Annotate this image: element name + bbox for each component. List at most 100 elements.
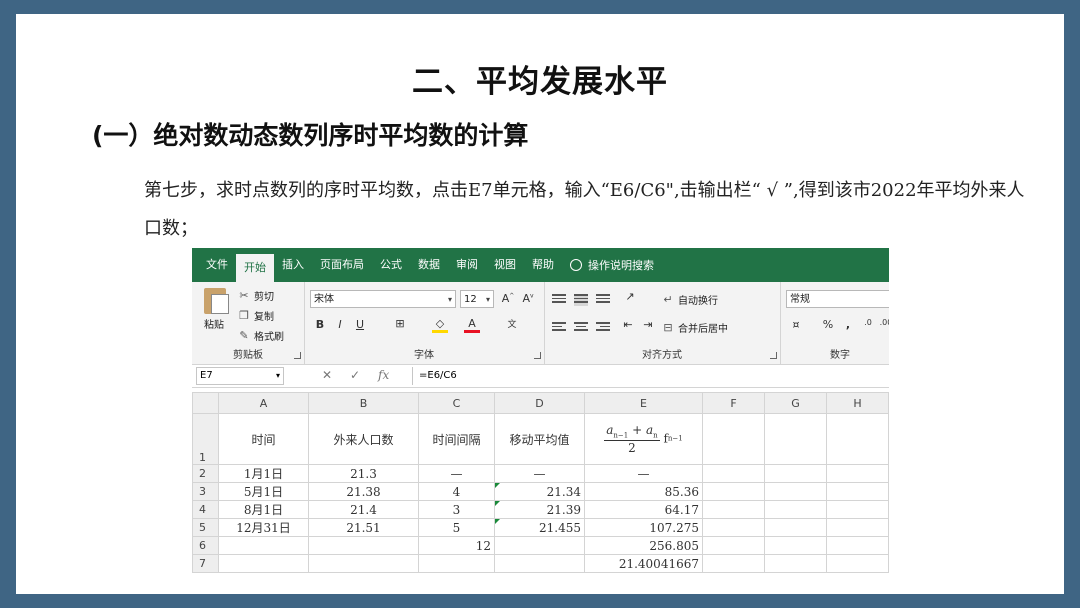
increase-decimal-icon[interactable]: .0 [860, 318, 876, 327]
cell-f3[interactable] [702, 482, 765, 501]
cell-a5[interactable]: 12月31日 [218, 518, 309, 537]
cell-f6[interactable] [702, 536, 765, 555]
cell-e1[interactable]: an−1 + an 2 fn−1 [584, 413, 703, 465]
tab-view[interactable]: 视图 [486, 248, 524, 282]
cell-d5[interactable]: 21.455 [494, 518, 585, 537]
cell-g4[interactable] [764, 500, 827, 519]
cell-e4[interactable]: 64.17 [584, 500, 703, 519]
merge-center-button[interactable]: ⊟ 合并后居中 [662, 320, 728, 335]
format-painter-button[interactable]: ✎ 格式刷 [238, 328, 284, 343]
cell-c1[interactable]: 时间间隔 [418, 413, 495, 465]
cell-h5[interactable] [826, 518, 889, 537]
cell-c5[interactable]: 5 [418, 518, 495, 537]
cell-f2[interactable] [702, 464, 765, 483]
decrease-font-icon[interactable]: Av [520, 292, 536, 305]
underline-button[interactable]: U [352, 318, 368, 331]
cell-e2[interactable]: — [584, 464, 703, 483]
font-size-select[interactable]: 12 ▾ [460, 290, 494, 308]
row-header[interactable]: 5 [192, 518, 219, 537]
cell-a2[interactable]: 1月1日 [218, 464, 309, 483]
cell-g7[interactable] [764, 554, 827, 573]
cell-d7[interactable] [494, 554, 585, 573]
enter-check-icon[interactable]: ✓ [350, 368, 360, 382]
align-right-icon[interactable] [596, 322, 610, 334]
percent-button[interactable]: % [820, 318, 836, 331]
align-top-icon[interactable] [552, 294, 566, 306]
cell-h6[interactable] [826, 536, 889, 555]
cell-a3[interactable]: 5月1日 [218, 482, 309, 501]
paste-icon[interactable] [204, 288, 229, 314]
cell-d4[interactable]: 21.39 [494, 500, 585, 519]
align-left-icon[interactable] [552, 322, 566, 334]
column-header-h[interactable]: H [826, 392, 889, 414]
cell-b2[interactable]: 21.3 [308, 464, 419, 483]
orientation-icon[interactable]: ↗ [622, 290, 638, 303]
tab-formulas[interactable]: 公式 [372, 248, 410, 282]
copy-button[interactable]: ❐ 复制 [238, 308, 274, 323]
cell-e6[interactable]: 256.805 [584, 536, 703, 555]
row-header[interactable]: 2 [192, 464, 219, 483]
row-header[interactable]: 6 [192, 536, 219, 555]
cell-c3[interactable]: 4 [418, 482, 495, 501]
align-center-icon[interactable] [574, 322, 588, 334]
tab-page-layout[interactable]: 页面布局 [312, 248, 372, 282]
cell-f5[interactable] [702, 518, 765, 537]
column-header-e[interactable]: E [584, 392, 703, 414]
cell-h2[interactable] [826, 464, 889, 483]
cell-c7[interactable] [418, 554, 495, 573]
cell-e7[interactable]: 21.40041667 [584, 554, 703, 573]
cancel-icon[interactable]: ✕ [322, 368, 332, 382]
cell-e3[interactable]: 85.36 [584, 482, 703, 501]
cell-d3[interactable]: 21.34 [494, 482, 585, 501]
cell-d2[interactable]: — [494, 464, 585, 483]
cell-h4[interactable] [826, 500, 889, 519]
increase-font-icon[interactable]: A^ [500, 292, 516, 305]
currency-icon[interactable]: ¤ [788, 318, 804, 331]
tab-insert[interactable]: 插入 [274, 248, 312, 282]
tab-review[interactable]: 审阅 [448, 248, 486, 282]
italic-button[interactable]: I [332, 318, 348, 331]
cell-g3[interactable] [764, 482, 827, 501]
font-name-select[interactable]: 宋体 ▾ [310, 290, 456, 308]
cut-button[interactable]: ✂ 剪切 [238, 288, 274, 303]
align-middle-icon[interactable] [574, 294, 588, 306]
paste-button[interactable]: 粘贴 [204, 316, 224, 331]
fill-color-icon[interactable]: ◇ [432, 317, 448, 333]
cell-g2[interactable] [764, 464, 827, 483]
number-format-select[interactable]: 常规▾ [786, 290, 889, 308]
increase-indent-icon[interactable]: ⇥ [640, 318, 656, 331]
column-header-b[interactable]: B [308, 392, 419, 414]
tell-me-search[interactable]: 操作说明搜索 [562, 257, 654, 273]
cell-f4[interactable] [702, 500, 765, 519]
bold-button[interactable]: B [312, 318, 328, 331]
font-launcher-icon[interactable] [534, 352, 541, 359]
tab-home[interactable]: 开始 [236, 254, 274, 282]
cell-b1[interactable]: 外来人口数 [308, 413, 419, 465]
wrap-text-button[interactable]: ↵ 自动换行 [662, 292, 718, 307]
formula-input[interactable]: =E6/C6 [412, 367, 889, 385]
cell-a4[interactable]: 8月1日 [218, 500, 309, 519]
cell-c6[interactable]: 12 [418, 536, 495, 555]
cell-f7[interactable] [702, 554, 765, 573]
font-color-icon[interactable]: A [464, 317, 480, 333]
row-header[interactable]: 3 [192, 482, 219, 501]
cell-g1[interactable] [764, 413, 827, 465]
cell-c4[interactable]: 3 [418, 500, 495, 519]
cell-a7[interactable] [218, 554, 309, 573]
cell-h7[interactable] [826, 554, 889, 573]
cell-c2[interactable]: — [418, 464, 495, 483]
cell-b4[interactable]: 21.4 [308, 500, 419, 519]
tab-data[interactable]: 数据 [410, 248, 448, 282]
row-header[interactable]: 4 [192, 500, 219, 519]
decrease-decimal-icon[interactable]: .00 [878, 318, 889, 327]
column-header-a[interactable]: A [218, 392, 309, 414]
column-header-c[interactable]: C [418, 392, 495, 414]
cell-b3[interactable]: 21.38 [308, 482, 419, 501]
align-bottom-icon[interactable] [596, 294, 610, 306]
insert-function-button[interactable]: fx [378, 368, 389, 382]
column-header-f[interactable]: F [702, 392, 765, 414]
cell-h1[interactable] [826, 413, 889, 465]
select-all-corner[interactable] [192, 392, 219, 414]
clipboard-launcher-icon[interactable] [294, 352, 301, 359]
column-header-g[interactable]: G [764, 392, 827, 414]
